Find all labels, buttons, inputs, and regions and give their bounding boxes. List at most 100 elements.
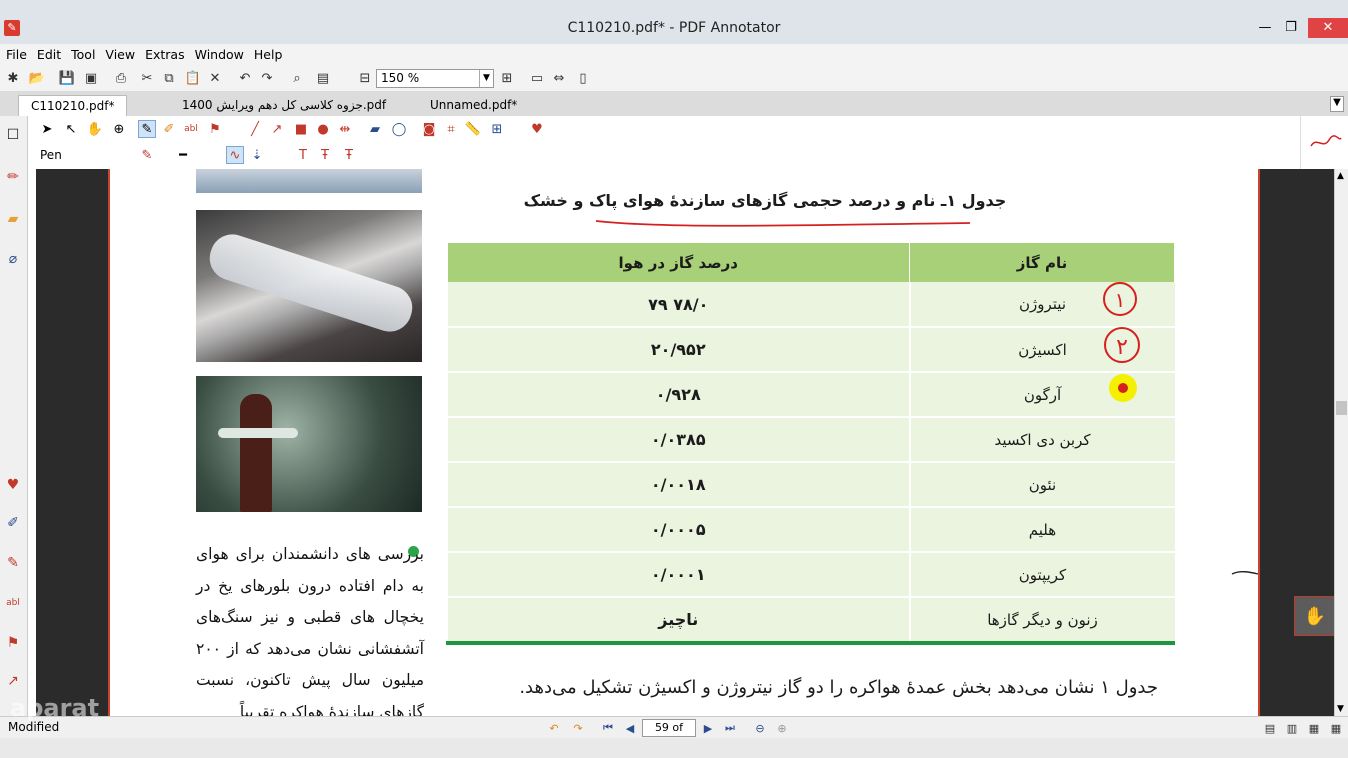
photo-glacier xyxy=(196,169,422,193)
brush-icon[interactable]: ✐ xyxy=(4,514,22,532)
text-style-2-icon[interactable]: Ŧ xyxy=(316,146,334,164)
hand-icon[interactable]: ✋ xyxy=(86,120,104,138)
attachment-icon[interactable]: ⌀ xyxy=(4,250,22,268)
stamp-icon[interactable]: ⚑ xyxy=(4,634,22,652)
scroll-down-icon[interactable]: ▼ xyxy=(1337,704,1344,714)
favorite-heart-icon[interactable]: ♥ xyxy=(4,476,22,494)
gas-percent: ناچیز xyxy=(446,597,910,643)
folder-icon[interactable]: ▰ xyxy=(4,210,22,228)
rectangle-tool-icon[interactable]: ■ xyxy=(292,120,310,138)
zoom-select[interactable]: 150 % ▼ xyxy=(376,69,494,88)
stamp-tool-icon[interactable]: ⚑ xyxy=(206,120,224,138)
title-underline-ink xyxy=(595,220,971,227)
select-arrow-icon[interactable]: ➤ xyxy=(38,120,56,138)
hand-tool-button[interactable]: ✋ xyxy=(1294,596,1336,636)
continuous-view-icon[interactable]: ▥ xyxy=(1284,720,1300,736)
tab-c110210[interactable]: C110210.pdf* xyxy=(18,95,128,116)
two-page-continuous-icon[interactable]: ▦ xyxy=(1328,720,1344,736)
next-document-icon[interactable]: ↷ xyxy=(570,720,586,736)
zoom-in-icon[interactable]: ⊞ xyxy=(498,69,516,87)
first-page-icon[interactable]: ⏮ xyxy=(600,720,616,736)
find-icon[interactable]: ⌕ xyxy=(288,69,306,87)
two-page-view-icon[interactable]: ▦ xyxy=(1306,720,1322,736)
single-page-view-icon[interactable]: ▤ xyxy=(1262,720,1278,736)
highlighter-icon[interactable]: ✐ xyxy=(160,120,178,138)
select-text-icon[interactable]: ↖ xyxy=(62,120,80,138)
gas-name: آرگون xyxy=(908,372,1175,418)
fullscreen-icon[interactable]: ▯ xyxy=(574,69,592,87)
menu-help[interactable]: Help xyxy=(254,47,283,62)
back-icon[interactable]: ⊖ xyxy=(752,720,768,736)
table-row: آرگون ۰/۹۲۸ xyxy=(446,372,1175,418)
page-icon[interactable]: ☐ xyxy=(4,126,22,144)
forward-icon[interactable]: ⊕ xyxy=(774,720,790,736)
print-icon[interactable]: ⎙ xyxy=(112,69,130,87)
table-row: نئون ۰/۰۰۱۸ xyxy=(446,462,1175,508)
layout-icon[interactable]: ▤ xyxy=(314,69,332,87)
fit-width-icon[interactable]: ⇔ xyxy=(550,69,568,87)
vertical-scrollbar[interactable]: ▲ ▼ xyxy=(1334,169,1348,716)
straighten-icon[interactable]: ⇣ xyxy=(248,146,266,164)
line-width-icon[interactable]: ━ xyxy=(174,146,192,164)
arrow-tool-icon[interactable]: ↗ xyxy=(4,672,22,690)
camera-icon[interactable]: ◙ xyxy=(420,120,438,138)
ruler-icon[interactable]: 📏 xyxy=(464,120,482,138)
table-row: کریپتون ۰/۰۰۰۱ xyxy=(446,552,1175,598)
menu-file[interactable]: File xyxy=(6,47,27,62)
menu-window[interactable]: Window xyxy=(195,47,244,62)
copy-icon[interactable]: ⧉ xyxy=(160,69,178,87)
prev-page-icon[interactable]: ◀ xyxy=(622,720,638,736)
last-page-icon[interactable]: ⏭ xyxy=(722,720,738,736)
zoom-out-icon[interactable]: ⊟ xyxy=(356,69,374,87)
arrow-line-icon[interactable]: ↗ xyxy=(268,120,286,138)
line-tool-icon[interactable]: ╱ xyxy=(246,120,264,138)
text-style-3-icon[interactable]: Ŧ xyxy=(340,146,358,164)
crop-icon[interactable]: ⌗ xyxy=(442,120,460,138)
fit-page-icon[interactable]: ▭ xyxy=(528,69,546,87)
textbox-icon[interactable]: abl xyxy=(4,594,22,612)
insert-image-icon[interactable]: ⊞ xyxy=(488,120,506,138)
chevron-down-icon[interactable]: ▼ xyxy=(479,70,493,87)
document-viewport[interactable]: بررسی‌ های دانشمندان برای هوای به دام اف… xyxy=(36,169,1334,716)
measure-tool-icon[interactable]: ⇹ xyxy=(336,120,354,138)
pencil-icon[interactable]: ✎ xyxy=(4,554,22,572)
scroll-up-icon[interactable]: ▲ xyxy=(1337,171,1344,181)
redo-icon[interactable]: ↷ xyxy=(258,69,276,87)
tab-list-icon[interactable]: ▼ xyxy=(1330,96,1344,112)
undo-icon[interactable]: ↶ xyxy=(236,69,254,87)
pen-color-icon[interactable]: ✎ xyxy=(138,146,156,164)
save-as-icon[interactable]: ▣ xyxy=(82,69,100,87)
text-style-1-icon[interactable]: T xyxy=(294,146,312,164)
minimize-button[interactable]: — xyxy=(1252,18,1278,38)
delete-icon[interactable]: ✕ xyxy=(206,69,224,87)
open-folder-icon[interactable]: 📂 xyxy=(28,69,46,87)
maximize-button[interactable]: ❐ xyxy=(1278,18,1304,38)
text-tool-icon[interactable]: abl xyxy=(182,120,200,138)
menu-edit[interactable]: Edit xyxy=(37,47,61,62)
scroll-thumb[interactable] xyxy=(1336,401,1347,415)
save-icon[interactable]: 💾 xyxy=(58,69,76,87)
prev-document-icon[interactable]: ↶ xyxy=(546,720,562,736)
smooth-stroke-icon[interactable]: ∿ xyxy=(226,146,244,164)
page-number-field[interactable]: 59 of 136 xyxy=(642,719,696,750)
menu-tool[interactable]: Tool xyxy=(71,47,95,62)
left-sidebar: ☐ ✏ ▰ ⌀ ♥ ✐ ✎ abl ⚑ ↗ xyxy=(0,116,28,716)
favorites-heart-icon[interactable]: ♥ xyxy=(528,120,546,138)
pen-tool-icon[interactable]: ✏ xyxy=(4,168,22,186)
cut-icon[interactable]: ✂ xyxy=(138,69,156,87)
paste-icon[interactable]: 📋 xyxy=(184,69,202,87)
magnifier-icon[interactable]: ⊕ xyxy=(110,120,128,138)
next-page-icon[interactable]: ▶ xyxy=(700,720,716,736)
menu-view[interactable]: View xyxy=(105,47,135,62)
tab-unnamed[interactable]: Unnamed.pdf* xyxy=(418,95,529,116)
menu-bar: File Edit Tool View Extras Window Help xyxy=(0,44,1348,65)
new-document-icon[interactable]: ✱ xyxy=(4,69,22,87)
table-row: اکسیژن ۲۰/۹۵۲ xyxy=(446,327,1175,373)
lasso-icon[interactable]: ◯ xyxy=(390,120,408,138)
eraser-icon[interactable]: ▰ xyxy=(366,120,384,138)
tab-jozve[interactable]: جزوه کلاسی کل دهم ویرایش 1400.pdf xyxy=(170,95,398,116)
pen-tool-active-icon[interactable]: ✎ xyxy=(138,120,156,138)
close-button[interactable]: ✕ xyxy=(1308,18,1348,38)
menu-extras[interactable]: Extras xyxy=(145,47,185,62)
ellipse-tool-icon[interactable]: ● xyxy=(314,120,332,138)
